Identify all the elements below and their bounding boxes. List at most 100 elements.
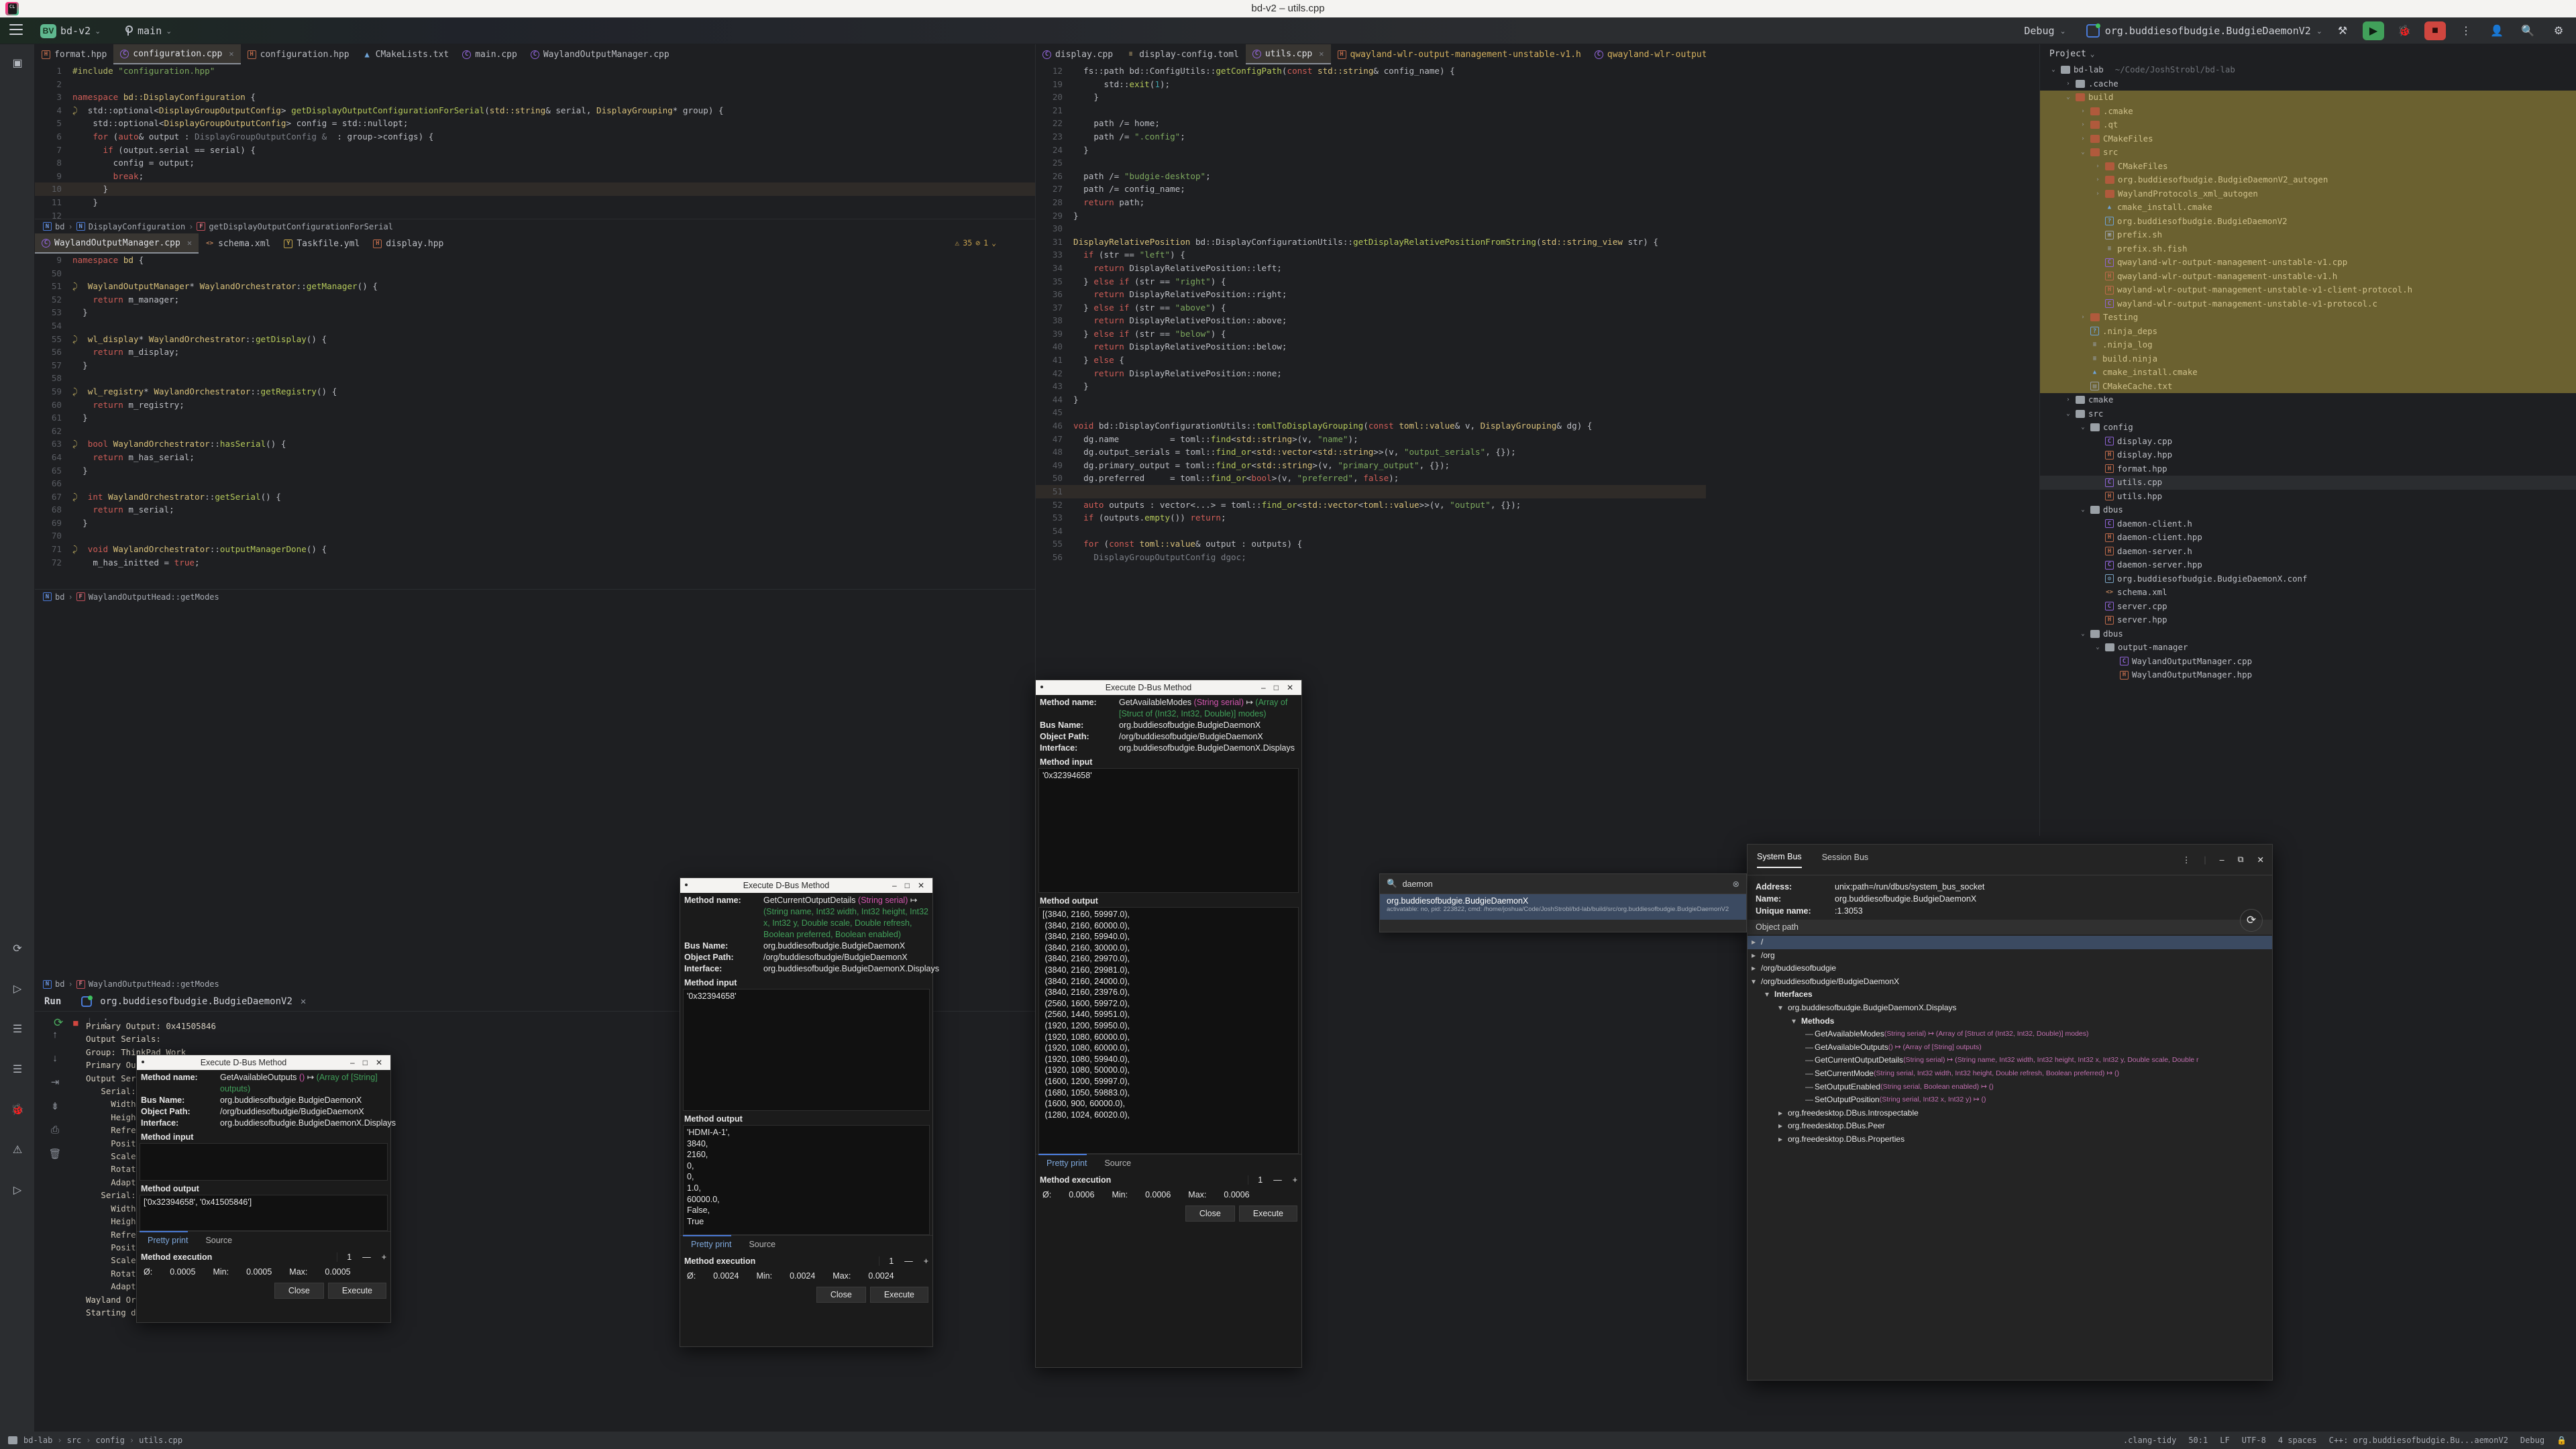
chevron-right-icon[interactable]: › [2079, 132, 2087, 146]
close-icon[interactable]: ✕ [1287, 683, 1293, 692]
search-icon[interactable]: 🔍 [2517, 21, 2538, 40]
execute-button[interactable]: Execute [1238, 1205, 1297, 1222]
status-item[interactable]: 50:1 [2188, 1436, 2208, 1445]
project-tree-node[interactable]: ⌄ bd-lab ~/Code/JoshStrobl/bd-lab [2040, 63, 2576, 77]
chevron-right-icon[interactable]: ▸ [1778, 1133, 1788, 1146]
maximize-icon[interactable]: □ [1274, 683, 1279, 692]
breadcrumb-item[interactable]: bd [55, 979, 64, 989]
tab-session-bus[interactable]: Session Bus [1822, 853, 1868, 867]
project-tree-node[interactable]: › .qt [2040, 118, 2576, 132]
dbus-tree-node[interactable]: — SetCurrentMode (String serial, Int32 wi… [1748, 1067, 2272, 1081]
editor-code-waylandoutputmanager-cpp[interactable]: 9 namespace bd {50 51 ⤸ WaylandOutputManage… [35, 254, 1035, 589]
chevron-right-icon[interactable]: › [2094, 173, 2102, 187]
breadcrumb-item[interactable]: bd [55, 592, 64, 602]
scroll-down-icon[interactable]: ↓ [52, 1053, 58, 1064]
editor-tab-qwayland-wlr-output-management-unstable-v1-h[interactable]: Hqwayland-wlr-output-management-unstable… [1331, 44, 1588, 64]
terminal-icon[interactable]: ▣ [0, 50, 35, 76]
status-item[interactable]: UTF-8 [2242, 1436, 2266, 1445]
structure-icon[interactable]: ☰ [0, 1016, 35, 1042]
chevron-down-icon[interactable]: ⌄ [2079, 627, 2087, 641]
method-output-field[interactable]: 'HDMI-A-1', 3840, 2160, 0, 0, 1.0, 60000… [683, 1125, 930, 1235]
breadcrumb-item[interactable]: getDisplayOutputConfigurationForSerial [209, 222, 393, 231]
editor-tab-display-cpp[interactable]: Cdisplay.cpp [1036, 44, 1120, 64]
dialog-get-available-modes[interactable]: Execute D-Bus Method – □ ✕ Method name: … [1035, 680, 1302, 1368]
close-icon[interactable]: ✕ [376, 1058, 382, 1067]
chevron-down-icon[interactable]: ⌄ [2064, 407, 2072, 421]
project-tree-node[interactable]: ▲ cmake_install.cmake [2040, 366, 2576, 380]
dialog-get-current-output-details[interactable]: Execute D-Bus Method – □ ✕ Method name: … [680, 877, 939, 1347]
project-tree-node[interactable]: <> schema.xml [2040, 586, 2576, 600]
status-breadcrumb[interactable]: bd-lab › src › config › utils.cpp [0, 1436, 182, 1445]
chevron-right-icon[interactable]: › [2064, 393, 2072, 407]
status-item[interactable]: 4 spaces [2278, 1436, 2317, 1445]
git-branch-selector[interactable]: main ⌄ [124, 23, 172, 39]
method-input-field[interactable]: '0x32394658' [1038, 768, 1299, 893]
status-breadcrumb-item[interactable]: config [96, 1436, 125, 1445]
close-icon[interactable]: ✕ [187, 238, 192, 248]
project-selector[interactable]: BV bd-v2 ⌄ [40, 23, 101, 39]
project-tree-node[interactable]: ≡ prefix.sh.fish [2040, 241, 2576, 256]
scroll-to-end-icon[interactable]: ⇟ [51, 1100, 60, 1112]
chevron-right-icon[interactable]: ▸ [1752, 936, 1761, 949]
project-tree-node[interactable]: › WaylandProtocols_xml_autogen [2040, 186, 2576, 201]
project-panel-header[interactable]: Project ⌄ [2040, 44, 2576, 63]
editor-code-configuration-cpp[interactable]: 1 #include "configuration.hpp" 2 3 namespace… [35, 64, 1035, 219]
dbus-tree-node[interactable]: ▸/org [1748, 949, 2272, 963]
tab-pretty-print[interactable]: Pretty print [1046, 1159, 1087, 1168]
run-config-selector[interactable]: Debug ⌄ [2024, 25, 2065, 37]
editor-tab-configuration-hpp[interactable]: Hconfiguration.hpp [241, 44, 356, 64]
dbus-tree-node[interactable]: ▾/org/buddiesofbudgie/BudgieDaemonX [1748, 975, 2272, 989]
project-tree-node[interactable]: ? .ninja_deps [2040, 324, 2576, 338]
project-tree-node[interactable]: Hformat.hpp [2040, 462, 2576, 476]
close-button[interactable]: Close [816, 1287, 866, 1303]
status-breadcrumb-item[interactable]: src [67, 1436, 82, 1445]
tab-pretty-print[interactable]: Pretty print [691, 1240, 731, 1249]
run-services-icon[interactable]: ▷ [0, 975, 35, 1002]
project-tree-node[interactable]: ? org.buddiesofbudgie.BudgieDaemonV2 [2040, 214, 2576, 228]
chevron-right-icon[interactable]: ▸ [1752, 962, 1761, 975]
project-tree-node[interactable]: Cdisplay.cpp [2040, 435, 2576, 449]
execution-count-stepper[interactable]: 1 — + [337, 1252, 386, 1262]
chevron-right-icon[interactable]: › [2094, 187, 2102, 201]
project-tree-node[interactable]: ⚙ org.buddiesofbudgie.BudgieDaemonX.conf [2040, 572, 2576, 586]
project-tree-node[interactable]: Cwayland-wlr-output-management-unstable-… [2040, 297, 2576, 311]
services-icon[interactable]: ▷ [0, 1177, 35, 1203]
dfeet-search-popup[interactable]: 🔍 daemon ⊗ org.buddiesofbudgie.BudgieDae… [1379, 873, 1747, 932]
chevron-down-icon[interactable]: ▾ [1752, 975, 1761, 989]
project-tree-node[interactable]: ≡ build.ninja [2040, 352, 2576, 366]
project-tree-node[interactable]: ▤ CMakeCache.txt [2040, 379, 2576, 393]
increment-icon[interactable]: + [924, 1256, 928, 1266]
method-output-field[interactable]: [(3840, 2160, 59997.0), (3840, 2160, 600… [1038, 907, 1299, 1154]
dbus-tree-node[interactable]: ▸ org.freedesktop.DBus.Peer [1748, 1120, 2272, 1133]
dbus-tree-node[interactable]: — SetOutputPosition (String serial, Int32… [1748, 1093, 2272, 1107]
chevron-down-icon[interactable]: ⌄ [2064, 91, 2072, 105]
project-tree-node[interactable]: ⌄ dbus [2040, 503, 2576, 517]
dbus-object-tree[interactable]: ▸ / ▸/org ▸/org/buddiesofbudgie ▾/org/buddie… [1748, 934, 2272, 1148]
problems-icon[interactable]: ⚠ [0, 1136, 35, 1163]
tab-source[interactable]: Source [749, 1240, 775, 1249]
chevron-right-icon[interactable]: ▸ [1778, 1120, 1788, 1133]
clear-icon[interactable]: ⊗ [1733, 879, 1739, 889]
editor-tab-schema-xml[interactable]: <> schema.xml [199, 233, 277, 254]
project-tree-node[interactable]: ⌄ build [2040, 91, 2576, 105]
project-tree-node[interactable]: › Testing [2040, 311, 2576, 325]
run-target-selector[interactable]: org.buddiesofbudgie.BudgieDaemonV2 ⌄ [2086, 23, 2322, 38]
project-tree-node[interactable]: › cmake [2040, 393, 2576, 407]
chevron-down-icon[interactable]: ⌄ [2079, 503, 2087, 517]
more-vertical-icon[interactable]: ⋮ [2182, 855, 2191, 865]
project-tree[interactable]: ⌄ bd-lab ~/Code/JoshStrobl/bd-lab › .cache ⌄ b… [2040, 63, 2576, 682]
search-row[interactable]: 🔍 daemon ⊗ [1380, 874, 1746, 894]
project-tree-node[interactable]: C WaylandOutputManager.cpp [2040, 655, 2576, 669]
close-icon[interactable]: ✕ [1319, 49, 1324, 58]
project-tree-node[interactable]: Hdisplay.hpp [2040, 448, 2576, 462]
dbus-tree-node[interactable]: — GetAvailableModes (String serial) ↦ (Ar… [1748, 1028, 2272, 1041]
lock-icon[interactable]: 🔒 [2557, 1436, 2567, 1445]
breadcrumb-item[interactable]: WaylandOutputHead::getModes [89, 979, 219, 989]
dialog-titlebar[interactable]: Execute D-Bus Method – □ ✕ [137, 1055, 390, 1070]
chevron-down-icon[interactable]: ⌄ [2094, 641, 2102, 655]
dialog-get-available-outputs[interactable]: Execute D-Bus Method – □ ✕ Method name: … [136, 1055, 396, 1323]
chevron-right-icon[interactable]: › [2064, 77, 2072, 91]
debug-icon[interactable]: 🐞 [0, 1096, 35, 1123]
tab-source[interactable]: Source [1104, 1159, 1131, 1168]
inspection-widget[interactable]: ⚠ 35 ⊘ 1 ⌄ [955, 238, 996, 248]
